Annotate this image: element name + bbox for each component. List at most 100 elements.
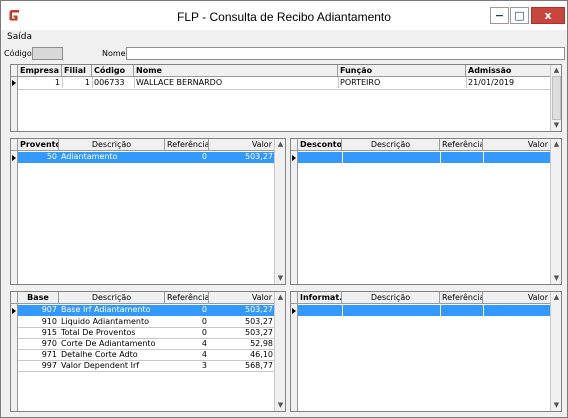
- col-valor[interactable]: Valor: [483, 139, 551, 151]
- main-window: FLP - Consulta de Recibo Adiantamento − …: [0, 0, 568, 418]
- col-provento[interactable]: Provento: [18, 139, 59, 151]
- scroll-up-icon[interactable]: ▲: [551, 139, 562, 150]
- col-desconto[interactable]: Desconto: [298, 139, 342, 151]
- scroll-down-icon[interactable]: ▼: [275, 400, 286, 411]
- menu-saida[interactable]: Saída: [7, 32, 32, 42]
- table-row[interactable]: [298, 152, 551, 163]
- descontos-grid-header: Desconto Descrição Referência Valor: [291, 139, 551, 151]
- codigo-field[interactable]: [32, 47, 63, 60]
- row-indicator-column: [291, 151, 298, 284]
- current-row-icon: [12, 80, 16, 86]
- row-divider: [18, 371, 274, 372]
- current-row-icon: [12, 308, 16, 314]
- scroll-down-icon[interactable]: ▼: [275, 273, 286, 284]
- row-indicator-column: [291, 304, 298, 411]
- cell-descricao: Adiantamento: [61, 152, 118, 161]
- bases-grid-scrollbar[interactable]: ▲ ▼: [274, 292, 285, 411]
- header-indicator: [291, 292, 298, 304]
- cell-referencia: 0: [201, 305, 207, 314]
- scroll-thumb[interactable]: [552, 76, 561, 120]
- cell-filial: 1: [84, 78, 90, 87]
- scroll-up-icon[interactable]: ▲: [275, 292, 286, 303]
- col-descricao[interactable]: Descrição: [342, 292, 440, 304]
- cell-valor: 503,27: [245, 152, 273, 161]
- cell-nome: WALLACE BERNARDO: [136, 78, 223, 87]
- cell-codigo: 006733: [94, 78, 125, 87]
- col-valor[interactable]: Valor: [209, 292, 275, 304]
- col-valor[interactable]: Valor: [483, 292, 551, 304]
- col-descricao[interactable]: Descrição: [342, 139, 440, 151]
- col-base[interactable]: Base: [18, 292, 59, 304]
- scroll-up-icon[interactable]: ▲: [551, 65, 562, 76]
- minimize-icon: −: [494, 9, 505, 22]
- row-divider: [18, 327, 274, 328]
- table-row[interactable]: [298, 305, 551, 316]
- window-title: FLP - Consulta de Recibo Adiantamento: [177, 10, 391, 24]
- col-referencia[interactable]: Referência: [440, 292, 483, 304]
- codigo-label: Código: [4, 49, 32, 58]
- informativos-grid-header: Informat. Descrição Referência Valor: [291, 292, 551, 304]
- col-divider: [62, 77, 63, 88]
- cell-valor: 503,27: [245, 305, 273, 314]
- informativos-grid-scrollbar[interactable]: ▲ ▼: [550, 292, 561, 411]
- col-codigo[interactable]: Código: [92, 65, 134, 77]
- proventos-grid[interactable]: Provento Descrição Referência Valor 50 A…: [10, 138, 286, 285]
- informativos-grid[interactable]: Informat. Descrição Referência Valor ▲ ▼: [290, 291, 562, 412]
- row-indicator-column: [11, 151, 18, 284]
- descontos-grid-scrollbar[interactable]: ▲ ▼: [550, 139, 561, 284]
- col-descricao[interactable]: Descrição: [59, 139, 165, 151]
- bases-grid-header: Base Descrição Referência Valor: [11, 292, 275, 304]
- proventos-grid-header: Provento Descrição Referência Valor: [11, 139, 275, 151]
- col-informat[interactable]: Informat.: [298, 292, 342, 304]
- cell-divider: [440, 152, 441, 163]
- scroll-down-icon[interactable]: ▼: [551, 120, 562, 131]
- cell-divider: [342, 152, 343, 163]
- col-referencia[interactable]: Referência: [165, 139, 209, 151]
- cell-referencia: 0: [201, 152, 207, 161]
- close-button[interactable]: x: [531, 7, 565, 24]
- row-divider: [18, 89, 550, 90]
- nome-label: Nome: [102, 49, 126, 58]
- col-valor[interactable]: Valor: [209, 139, 275, 151]
- col-nome[interactable]: Nome: [134, 65, 338, 77]
- cell-divider: [342, 305, 343, 316]
- scroll-down-icon[interactable]: ▼: [551, 400, 562, 411]
- employee-grid[interactable]: Empresa Filial Código Nome Função Admiss…: [10, 64, 562, 132]
- col-admissao[interactable]: Admissão: [466, 65, 551, 77]
- nome-field[interactable]: [126, 47, 565, 60]
- cell-descricao: Base Irf Adiantamento: [61, 305, 151, 314]
- maximize-icon: □: [514, 9, 525, 22]
- col-divider: [466, 77, 467, 88]
- col-filial[interactable]: Filial: [62, 65, 92, 77]
- col-referencia[interactable]: Referência: [165, 292, 209, 304]
- scroll-up-icon[interactable]: ▲: [551, 292, 562, 303]
- cell-divider: [483, 152, 484, 163]
- cell-divider: [483, 305, 484, 316]
- header-indicator: [11, 65, 18, 77]
- scroll-down-icon[interactable]: ▼: [551, 273, 562, 284]
- maximize-button[interactable]: □: [510, 7, 529, 24]
- row-divider: [18, 338, 274, 339]
- table-row[interactable]: 907 Base Irf Adiantamento 0 503,27: [18, 305, 275, 316]
- col-funcao[interactable]: Função: [338, 65, 466, 77]
- proventos-grid-scrollbar[interactable]: ▲ ▼: [274, 139, 285, 284]
- bases-grid[interactable]: Base Descrição Referência Valor 907 Base…: [10, 291, 286, 412]
- minimize-button[interactable]: −: [490, 7, 509, 24]
- col-descricao[interactable]: Descrição: [59, 292, 165, 304]
- cell-empresa: 1: [54, 78, 60, 87]
- col-empresa[interactable]: Empresa: [18, 65, 62, 77]
- scroll-up-icon[interactable]: ▲: [275, 139, 286, 150]
- employee-grid-scrollbar[interactable]: ▲ ▼: [550, 65, 561, 131]
- cell-code: 50: [46, 152, 57, 161]
- cell-admissao: 21/01/2019: [468, 78, 515, 87]
- current-row-icon: [292, 155, 296, 161]
- col-referencia[interactable]: Referência: [440, 139, 483, 151]
- title-bar[interactable]: FLP - Consulta de Recibo Adiantamento − …: [1, 1, 567, 31]
- table-row[interactable]: 50 Adiantamento 0 503,27: [18, 152, 275, 163]
- header-indicator: [11, 139, 18, 151]
- col-divider: [134, 77, 135, 88]
- cell-funcao: PORTEIRO: [340, 78, 381, 87]
- descontos-grid[interactable]: Desconto Descrição Referência Valor ▲ ▼: [290, 138, 562, 285]
- close-icon: x: [544, 9, 552, 22]
- employee-grid-header: Empresa Filial Código Nome Função Admiss…: [11, 65, 551, 77]
